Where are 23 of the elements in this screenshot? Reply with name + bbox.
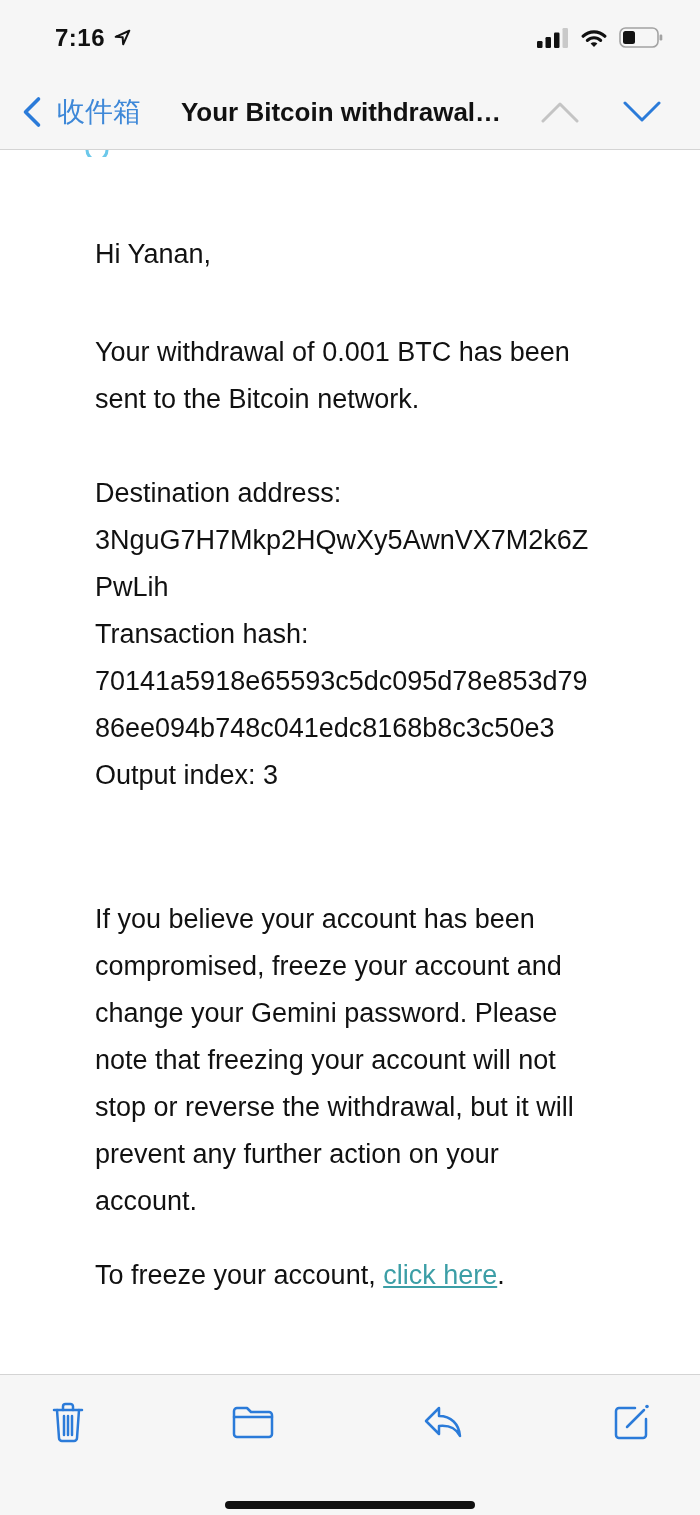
- folder-icon[interactable]: [232, 1405, 275, 1439]
- freeze-link[interactable]: click here: [383, 1260, 498, 1290]
- detail-text: Destination address:: [95, 477, 343, 510]
- clock-time: 7:16: [55, 23, 106, 52]
- greeting-text: Hi Yanan,: [95, 238, 213, 271]
- wifi-icon: [581, 27, 607, 48]
- freeze-account-text: To freeze your account, click here.: [95, 1259, 506, 1292]
- arc-icon: [85, 150, 109, 157]
- back-button[interactable]: 收件箱: [22, 94, 141, 130]
- message-subject-title: Your Bitcoin withdrawal…: [179, 96, 503, 128]
- detail-text: 3NguG7H7Mkp2HQwXy5AwnVX7M2k6ZPwLih: [95, 524, 590, 604]
- battery-icon: [619, 27, 663, 48]
- chevron-left-icon: [22, 96, 42, 128]
- message-paragraph: Your withdrawal of 0.001 BTC has been sent to the Bitcoin network.: [95, 336, 571, 416]
- location-arrow-icon: [114, 29, 132, 46]
- trash-icon[interactable]: [52, 1401, 84, 1443]
- detail-text: Output index: 3: [95, 759, 280, 792]
- detail-text: 70141a5918e65593c5dc095d78e853d7986ee094b748c041edc8168b8c3c50e3: [95, 665, 589, 745]
- reply-arrow-icon[interactable]: [422, 1405, 463, 1439]
- detail-text: Transaction hash:: [95, 618, 310, 651]
- chevron-down-icon[interactable]: [623, 101, 661, 123]
- message-paragraph: If you believe your account has been compromised, freeze your account and change your Gemini password. Please note that freezing your account will not stop or reverse the withdrawal, but it will prevent any further action on your account.: [95, 903, 575, 1218]
- signal-bars-icon: [537, 27, 569, 48]
